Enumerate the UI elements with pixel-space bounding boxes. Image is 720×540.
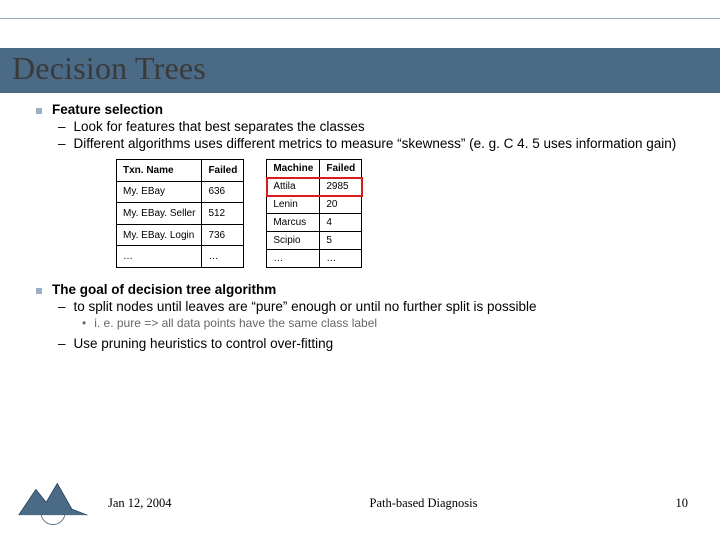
cell: 636: [202, 181, 244, 203]
footer-title: Path-based Diagnosis: [370, 496, 478, 511]
cell: …: [267, 250, 320, 268]
th-failed: Failed: [320, 160, 362, 178]
cell: Marcus: [267, 214, 320, 232]
table-row: ……: [267, 250, 362, 268]
table-row: My. EBay. Seller512: [117, 203, 244, 225]
table-row: ……: [117, 246, 244, 268]
table-row: Lenin20: [267, 196, 362, 214]
subbullet-text: Different algorithms uses different metr…: [74, 136, 677, 151]
cell: My. EBay. Login: [117, 224, 202, 246]
bullet-text: The goal of decision tree algorithm: [52, 282, 276, 297]
table-row: My. EBay636: [117, 181, 244, 203]
cell: 4: [320, 214, 362, 232]
cell: 736: [202, 224, 244, 246]
dash-icon: –: [58, 299, 66, 314]
cell: 20: [320, 196, 362, 214]
subsubbullet-pure: • i. e. pure => all data points have the…: [36, 316, 696, 330]
dash-icon: –: [58, 136, 66, 151]
cell: My. EBay: [117, 181, 202, 203]
subbullet-pruning: – Use pruning heuristics to control over…: [36, 336, 696, 351]
dot-icon: •: [82, 316, 86, 330]
cell: Scipio: [267, 232, 320, 250]
table-row-highlighted: Attila2985: [267, 178, 362, 196]
cell: 5: [320, 232, 362, 250]
th-machine: Machine: [267, 160, 320, 178]
bullet-goal: The goal of decision tree algorithm: [36, 282, 696, 297]
slide-footer: Jan 12, 2004 Path-based Diagnosis 10: [0, 493, 720, 513]
bullet-feature-selection: Feature selection: [36, 102, 696, 117]
table-header-row: Txn. Name Failed: [117, 160, 244, 182]
table-row: Scipio5: [267, 232, 362, 250]
subbullet-look-for: – Look for features that best separates …: [36, 119, 696, 134]
subbullet-text: to split nodes until leaves are “pure” e…: [74, 299, 537, 314]
tables-wrap: Txn. Name Failed My. EBay636 My. EBay. S…: [36, 151, 696, 276]
subbullet-text: Use pruning heuristics to control over-f…: [74, 336, 334, 351]
th-txn-name: Txn. Name: [117, 160, 202, 182]
slide-title: Decision Trees: [12, 50, 206, 87]
subbullet-skewness: – Different algorithms uses different me…: [36, 136, 696, 151]
cell: My. EBay. Seller: [117, 203, 202, 225]
machine-table: Machine Failed Attila2985 Lenin20 Marcus…: [266, 159, 362, 268]
cell: …: [202, 246, 244, 268]
bullet-text: Feature selection: [52, 102, 163, 117]
footer-page-number: 10: [676, 496, 689, 511]
dash-icon: –: [58, 336, 66, 351]
table-row: My. EBay. Login736: [117, 224, 244, 246]
footer-date: Jan 12, 2004: [108, 496, 172, 511]
table-header-row: Machine Failed: [267, 160, 362, 178]
square-bullet-icon: [36, 108, 42, 114]
subsubbullet-text: i. e. pure => all data points have the s…: [94, 316, 377, 330]
table-row: Marcus4: [267, 214, 362, 232]
txn-table: Txn. Name Failed My. EBay636 My. EBay. S…: [116, 159, 244, 268]
subbullet-split-nodes: – to split nodes until leaves are “pure”…: [36, 299, 696, 314]
cell: 2985: [320, 178, 362, 196]
cell: …: [117, 246, 202, 268]
th-failed: Failed: [202, 160, 244, 182]
top-rule: [0, 18, 720, 19]
cell: …: [320, 250, 362, 268]
slide-body: Feature selection – Look for features th…: [36, 102, 696, 351]
cell: Attila: [267, 178, 320, 196]
dash-icon: –: [58, 119, 66, 134]
subbullet-text: Look for features that best separates th…: [74, 119, 365, 134]
square-bullet-icon: [36, 288, 42, 294]
cell: Lenin: [267, 196, 320, 214]
cell: 512: [202, 203, 244, 225]
